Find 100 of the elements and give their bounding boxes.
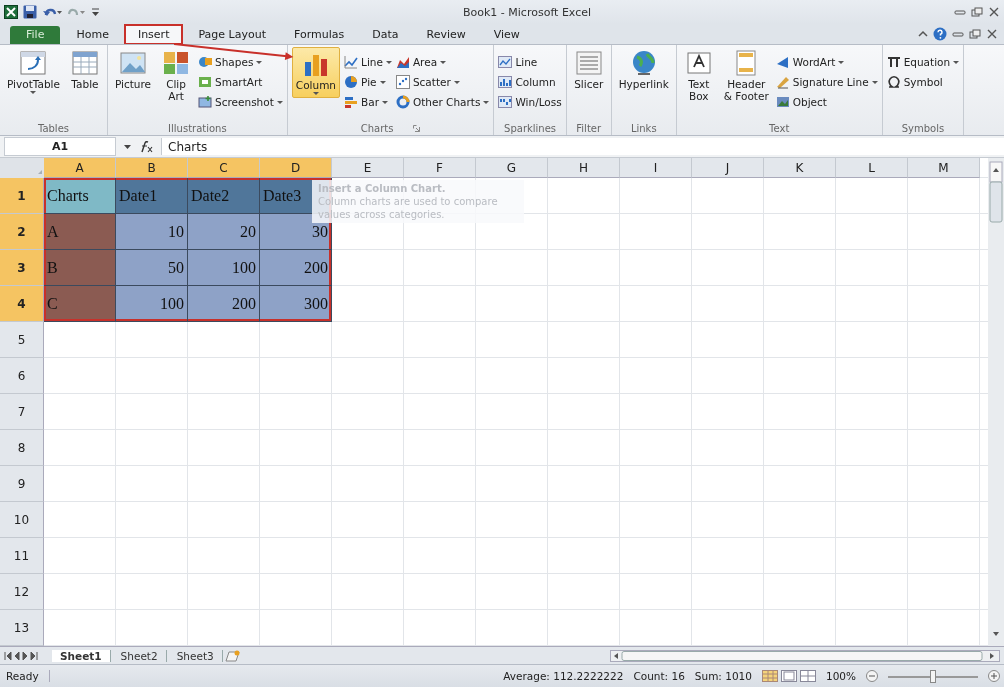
bar-chart-button[interactable]: Bar [344, 93, 392, 111]
area-chart-button[interactable]: Area [395, 53, 490, 71]
globe-button[interactable]: Hyperlink [615, 47, 672, 93]
row-number-heading[interactable]: 6 [0, 358, 44, 394]
table-button[interactable]: Table [66, 47, 103, 93]
table-cell: B [44, 250, 116, 286]
pi-button[interactable]: Equation [886, 53, 960, 71]
letter-heading[interactable]: I [620, 158, 692, 178]
row-number-heading[interactable]: 7 [0, 394, 44, 430]
sheet-tab[interactable]: Sheet1 [52, 649, 111, 662]
close-icon[interactable] [986, 29, 998, 39]
shapes-button[interactable]: Shapes [198, 53, 283, 71]
file-tab[interactable]: File [10, 26, 61, 44]
normal-view-icon[interactable] [761, 670, 778, 682]
screenshot-button[interactable]: Screenshot [198, 93, 283, 111]
sheet-tab[interactable]: Sheet2 [112, 649, 167, 662]
row-number-heading[interactable]: 13 [0, 610, 44, 646]
excel-icon[interactable] [4, 5, 18, 19]
page-button[interactable]: Header & Footer [720, 47, 772, 105]
page-layout-view-icon[interactable] [780, 670, 797, 682]
ribbon-tab[interactable]: Page Layout [186, 26, 278, 44]
ribbon-tab[interactable]: View [481, 26, 532, 44]
save-icon[interactable] [23, 5, 37, 19]
letter-heading[interactable]: B [116, 158, 188, 178]
line-chart-button[interactable]: Line [344, 53, 392, 71]
letter-heading[interactable]: K [764, 158, 836, 178]
undo-icon[interactable] [42, 6, 62, 18]
line-sparkline-button[interactable]: Line [498, 53, 562, 71]
letter-heading[interactable]: D [260, 158, 332, 178]
ribbon-tab[interactable]: Insert [124, 25, 183, 44]
row-number-heading[interactable]: 4 [0, 286, 44, 322]
signature-button[interactable]: Signature Line [775, 73, 878, 91]
customize-icon[interactable] [92, 6, 100, 18]
redo-icon[interactable] [67, 6, 87, 18]
page-break-view-icon[interactable] [799, 670, 816, 682]
table-cell: C [44, 286, 116, 322]
letter-heading[interactable]: A [44, 158, 116, 178]
row-number-heading[interactable]: 11 [0, 538, 44, 574]
sheet-tab[interactable]: Sheet3 [168, 649, 223, 662]
wordart-button[interactable]: WordArt [775, 53, 878, 71]
zoom-in-icon[interactable] [988, 670, 1000, 682]
ribbon-tab[interactable]: Formulas [282, 26, 357, 44]
clip-art-button[interactable]: Clip Art [158, 47, 195, 105]
object-button[interactable]: Object [775, 93, 878, 111]
restore-icon[interactable] [971, 7, 983, 17]
row-number-heading[interactable]: 3 [0, 250, 44, 286]
ribbon-tab[interactable]: Review [414, 26, 478, 44]
name-box[interactable]: A1 [4, 137, 116, 156]
help-icon[interactable] [933, 27, 947, 41]
omega-icon [886, 75, 901, 89]
minimize-icon[interactable] [952, 29, 964, 39]
minimize-icon[interactable] [954, 7, 966, 17]
row-number-heading[interactable]: 1 [0, 178, 44, 214]
close-icon[interactable] [988, 7, 1000, 17]
insert-sheet-icon[interactable] [224, 649, 241, 662]
row-number-heading[interactable]: 5 [0, 322, 44, 358]
letter-heading[interactable]: G [476, 158, 548, 178]
function-icon[interactable] [139, 140, 153, 153]
letter-heading[interactable]: F [404, 158, 476, 178]
table-cell: 100 [116, 286, 188, 322]
dialog-launcher-icon[interactable] [413, 124, 421, 132]
slider-thumb[interactable] [930, 669, 936, 683]
ribbon-tab[interactable]: Home [64, 26, 121, 44]
area-chart-icon [395, 55, 410, 69]
letter-heading[interactable]: E [332, 158, 404, 178]
row-number-heading[interactable]: 12 [0, 574, 44, 610]
row-number-heading[interactable]: 2 [0, 214, 44, 250]
group-label: Tables [37, 122, 69, 134]
zoom-level[interactable]: 100% [825, 670, 856, 682]
win-loss-sparkline-button[interactable]: Win/Loss [498, 93, 562, 111]
column-sparkline-button[interactable]: Column [498, 73, 562, 91]
letter-heading[interactable]: L [836, 158, 908, 178]
collapse-ribbon-icon[interactable] [918, 29, 928, 39]
letter-heading[interactable]: J [692, 158, 764, 178]
formula-field[interactable]: Charts [161, 138, 1004, 155]
column-chart-button[interactable]: Column [291, 47, 341, 99]
zoom-out-icon[interactable] [866, 670, 878, 682]
row-number-heading[interactable]: 10 [0, 502, 44, 538]
horizontal-scrollbar[interactable] [610, 649, 1000, 662]
text-box-button[interactable]: Text Box [680, 47, 717, 105]
donut-button[interactable]: Other Charts [395, 93, 490, 111]
group-label: Symbols [901, 122, 945, 134]
table-cell: Charts [44, 178, 116, 214]
smartart-button[interactable]: SmartArt [198, 73, 283, 91]
row-number-heading[interactable]: 8 [0, 430, 44, 466]
restore-icon[interactable] [969, 29, 981, 39]
letter-heading[interactable]: C [188, 158, 260, 178]
slicer-button[interactable]: Slicer [570, 47, 607, 93]
scatter-chart-button[interactable]: Scatter [395, 73, 490, 91]
dropdown-arrow-icon[interactable] [124, 144, 131, 149]
letter-heading[interactable]: H [548, 158, 620, 178]
omega-button[interactable]: Symbol [886, 73, 960, 91]
pivot-table-button[interactable]: PivotTable [4, 47, 63, 97]
pie-chart-button[interactable]: Pie [344, 73, 392, 91]
letter-heading[interactable]: M [908, 158, 980, 178]
row-number-heading[interactable]: 9 [0, 466, 44, 502]
vertical-scrollbar[interactable] [988, 158, 1004, 646]
table-cell: 100 [188, 250, 260, 286]
picture-button[interactable]: Picture [111, 47, 155, 93]
ribbon-tab[interactable]: Data [360, 26, 411, 44]
